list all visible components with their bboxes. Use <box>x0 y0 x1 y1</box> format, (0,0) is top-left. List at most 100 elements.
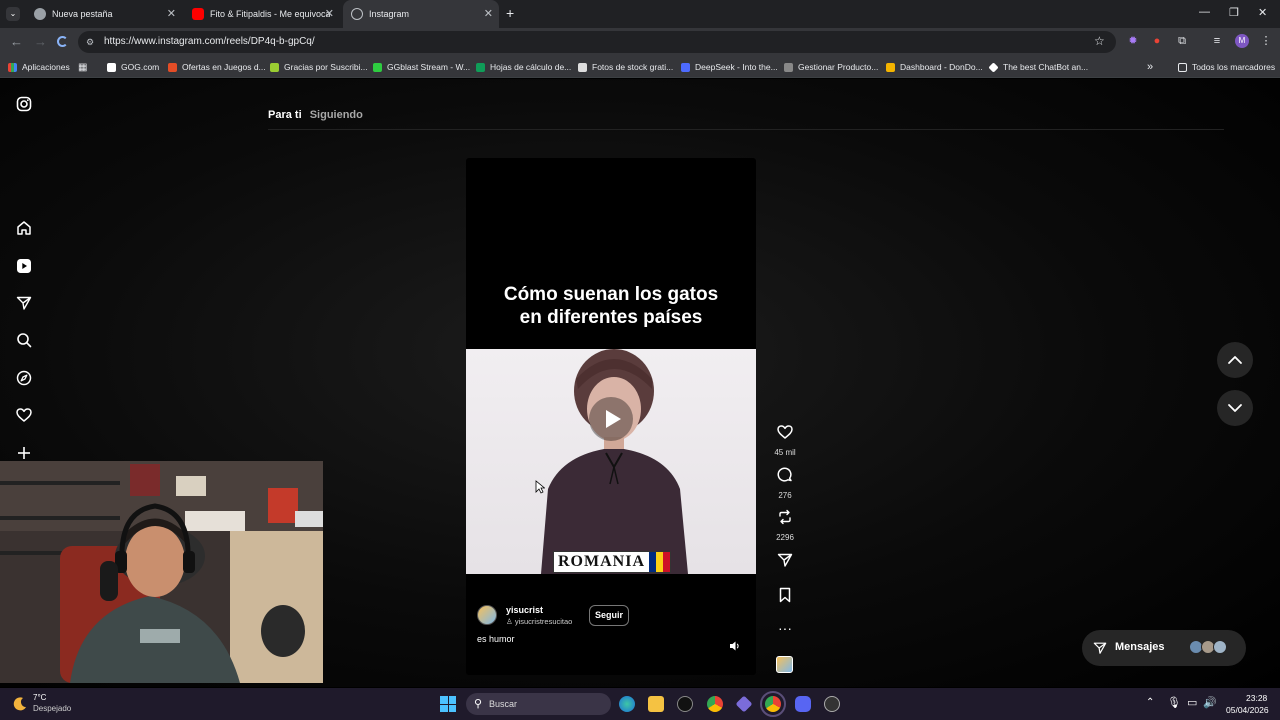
weather-moon-icon[interactable] <box>12 696 28 712</box>
all-bookmarks-folder[interactable]: Todos los marcadores <box>1178 60 1275 74</box>
repost-icon[interactable] <box>777 509 793 525</box>
share-action[interactable] <box>770 552 800 573</box>
file-explorer-icon[interactable] <box>648 696 664 712</box>
bookmark-gog[interactable]: GOG.com <box>107 60 159 74</box>
loading-spinner-icon[interactable] <box>57 36 68 47</box>
tab-search-chevron-icon[interactable]: ⌄ <box>6 7 20 21</box>
bookmark-dashboard[interactable]: Dashboard - DonDo... <box>886 60 983 74</box>
follow-button[interactable]: Seguir <box>589 605 630 626</box>
bookmarks-bar: Aplicaciones ▦ GOG.com Ofertas en Juegos… <box>0 56 1280 78</box>
extension-puzzle-purple-icon[interactable]: ✹ <box>1126 34 1140 48</box>
close-icon[interactable]: ✕ <box>325 7 334 21</box>
messages-button[interactable]: Mensajes <box>1082 630 1246 666</box>
bookmark-label: DeepSeek - Into the... <box>695 62 778 72</box>
steam-icon[interactable] <box>824 696 840 712</box>
search-icon[interactable] <box>16 332 32 348</box>
like-heart-icon[interactable] <box>777 424 793 440</box>
bookmark-save-icon[interactable] <box>777 587 793 603</box>
chevron-up-icon <box>1228 356 1242 364</box>
explore-compass-icon[interactable] <box>16 370 32 386</box>
tab-new-tab[interactable]: Nueva pestaña ✕ <box>26 0 182 28</box>
bookmark-star-icon[interactable]: ☆ <box>1094 34 1105 48</box>
taskbar-search[interactable]: ⚲ Buscar <box>466 693 611 715</box>
play-icon <box>606 410 621 428</box>
video-person-image <box>541 349 688 574</box>
back-icon[interactable]: ← <box>10 34 23 49</box>
volume-icon[interactable]: 🔊 <box>1203 696 1217 709</box>
app-icon[interactable] <box>677 696 693 712</box>
like-action[interactable]: 45 mil <box>770 424 800 457</box>
close-icon[interactable]: ✕ <box>167 7 176 21</box>
previous-reel-button[interactable] <box>1217 342 1253 378</box>
profile-avatar[interactable]: M <box>1235 34 1249 48</box>
show-hidden-icons-chevron[interactable]: ⌃ <box>1146 697 1154 708</box>
app-diamond-icon[interactable] <box>735 695 753 713</box>
reel-audio[interactable]: ♙ yisucristresucitao <box>506 617 572 626</box>
bookmark-label: GGblast Stream - W... <box>387 62 471 72</box>
notifications-heart-icon[interactable] <box>16 407 32 423</box>
tab-instagram[interactable]: Instagram ✕ <box>343 0 499 28</box>
media-controls-icon[interactable]: ≡ <box>1210 34 1224 48</box>
restore-icon[interactable]: ❐ <box>1229 6 1239 19</box>
weather-desc[interactable]: Despejado <box>33 704 71 713</box>
extension-red-icon[interactable]: ● <box>1150 34 1164 48</box>
comment-icon[interactable] <box>777 467 793 483</box>
tab-youtube[interactable]: Fito & Fitipaldis - Me equivocaría otra … <box>184 0 340 28</box>
chrome-icon[interactable] <box>707 696 723 712</box>
extensions-icon[interactable]: ⧉ <box>1175 34 1189 48</box>
home-icon[interactable] <box>16 220 32 236</box>
grid-icon[interactable]: ▦ <box>78 60 87 74</box>
weather-temp[interactable]: 7°C <box>33 693 46 702</box>
bookmark-gestionar[interactable]: Gestionar Producto... <box>784 60 878 74</box>
comment-action[interactable]: 276 <box>770 467 800 500</box>
reel-info: yisucrist ♙ yisucristresucitao Seguir es… <box>466 578 756 675</box>
tab-for-you[interactable]: Para ti <box>268 109 302 121</box>
bookmark-ggblast[interactable]: GGblast Stream - W... <box>373 60 470 74</box>
gracias-icon <box>270 62 279 72</box>
repost-action[interactable]: 2296 <box>770 509 800 542</box>
bookmark-label: Dashboard - DonDo... <box>900 62 983 72</box>
reel-username[interactable]: yisucrist <box>506 605 543 615</box>
reel-author-avatar[interactable] <box>477 605 497 625</box>
bookmark-deepseek[interactable]: DeepSeek - Into the... <box>681 60 778 74</box>
discord-icon[interactable] <box>795 696 811 712</box>
bookmark-fotos[interactable]: Fotos de stock grati... <box>578 60 673 74</box>
play-button[interactable] <box>589 397 633 441</box>
direct-send-icon[interactable] <box>16 295 32 311</box>
reel-card[interactable]: Cómo suenan los gatos en diferentes país… <box>466 158 756 675</box>
microphone-icon[interactable]: 🎙 <box>1167 696 1181 709</box>
close-icon[interactable]: ✕ <box>484 7 493 21</box>
clock-date[interactable]: 05/04/2026 <box>1226 705 1269 715</box>
windows-start-icon[interactable] <box>440 696 456 712</box>
reels-icon[interactable] <box>16 258 32 274</box>
window-close-icon[interactable]: ✕ <box>1258 6 1267 19</box>
user-icon: ♙ <box>506 617 515 626</box>
more-bookmarks-button[interactable]: » <box>1147 60 1153 74</box>
site-info-icon[interactable]: ⚙ <box>86 37 94 48</box>
share-send-icon[interactable] <box>777 552 793 568</box>
edge-icon[interactable] <box>619 696 635 712</box>
instagram-logo-icon[interactable] <box>16 96 32 112</box>
bookmark-chatbot[interactable]: The best ChatBot an... <box>988 60 1088 74</box>
forward-icon[interactable]: → <box>34 34 47 49</box>
audio-thumbnail[interactable] <box>776 656 793 673</box>
volume-icon[interactable] <box>729 640 741 652</box>
bookmark-apps[interactable]: Aplicaciones <box>8 60 70 74</box>
reel-caption-line2: en diferentes países <box>519 307 703 328</box>
bookmark-hojas[interactable]: Hojas de cálculo de... <box>476 60 571 74</box>
new-tab-button[interactable]: + <box>506 5 514 21</box>
create-plus-icon[interactable] <box>16 445 32 461</box>
menu-icon[interactable]: ⋮ <box>1259 34 1273 48</box>
tab-following[interactable]: Siguiendo <box>310 109 363 121</box>
address-bar[interactable]: ⚙ https://www.instagram.com/reels/DP4q-b… <box>78 31 1116 53</box>
save-action[interactable] <box>770 587 800 608</box>
bookmark-gracias[interactable]: Gracias por Suscribi... <box>270 60 368 74</box>
network-icon[interactable]: ▭ <box>1187 696 1197 709</box>
reel-video-frame[interactable]: ROMANIA <box>466 349 756 574</box>
chrome-profile-icon[interactable] <box>760 691 786 717</box>
clock-time[interactable]: 23:28 <box>1246 693 1267 703</box>
next-reel-button[interactable] <box>1217 390 1253 426</box>
minimize-icon[interactable]: — <box>1199 6 1210 18</box>
bookmark-ofertas[interactable]: Ofertas en Juegos d... <box>168 60 266 74</box>
more-options-icon[interactable]: ··· <box>770 621 800 635</box>
